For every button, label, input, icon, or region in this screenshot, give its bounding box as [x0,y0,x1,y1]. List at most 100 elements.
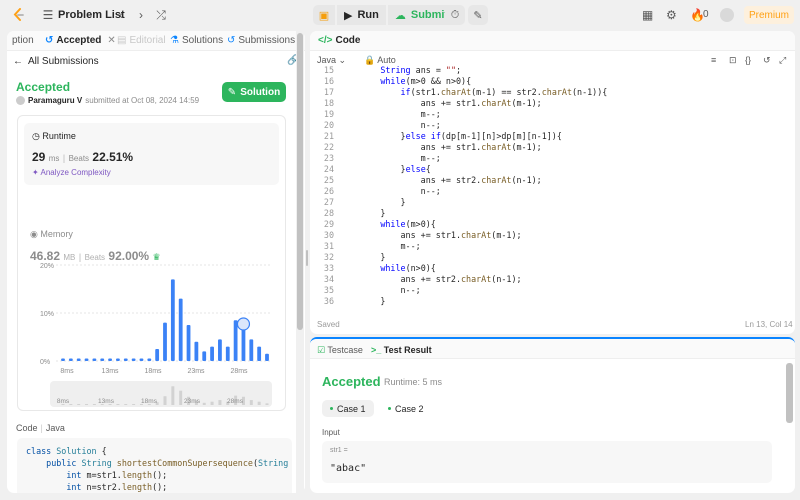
chart-bar[interactable] [265,353,269,361]
line-number: 34 [323,274,334,284]
chart-bar[interactable] [68,358,73,362]
mini-x-tick-label: 23ms [184,398,201,405]
problem-list-icon[interactable]: ☰ [40,7,56,23]
submitter-name[interactable]: Paramaguru V [28,96,82,105]
chart-bar[interactable] [116,358,120,362]
arrow-left-icon: ← [13,56,23,67]
chart-bar[interactable] [84,358,89,362]
mini-bar [124,404,128,405]
notes-icon[interactable]: ✎ [468,5,488,25]
code-line: n--; [340,120,441,130]
submitted-time: submitted at Oct 08, 2024 14:59 [85,96,200,105]
next-problem-icon[interactable]: › [133,7,149,23]
submitted-code[interactable]: class Solution { public String shortestC… [17,438,292,493]
user-avatar[interactable] [720,8,734,22]
mini-bar [171,386,175,405]
run-button[interactable]: ▶ Run [337,5,386,25]
leetcode-logo-icon[interactable] [12,8,26,22]
history-icon: ↺ [45,35,54,46]
chart-bar[interactable] [202,351,207,361]
chart-bar[interactable] [210,346,214,361]
mini-x-tick-label: 8ms [57,398,70,405]
braces-icon[interactable]: {} [745,55,751,65]
code-editor-panel: </> Code Java ⌄ 🔒 Auto ≡ ⊡ {} ↺ ⤢ 15 Stri… [310,31,795,334]
chart-bar[interactable] [178,298,183,361]
chart-bar[interactable] [194,341,199,361]
chart-bar[interactable] [163,322,167,361]
edit-icon: ✎ [227,86,237,98]
mini-bar [92,404,96,405]
sparkle-icon: ✦ [32,168,39,177]
shuffle-icon[interactable]: ⤮ [153,7,169,23]
console-scrollbar[interactable] [786,363,793,423]
chart-bar[interactable] [123,358,128,362]
code-line: }else{ [340,164,431,174]
analyze-complexity-link[interactable]: ✦ Analyze Complexity [32,168,111,177]
chart-bar[interactable] [170,279,175,361]
chart-bar[interactable] [147,358,152,362]
tab-solutions[interactable]: ⚗ Solutions [170,35,223,46]
prev-problem-icon[interactable]: ‹ [113,7,129,23]
all-submissions-link[interactable]: ← All Submissions [13,56,99,67]
chart-bar[interactable] [61,358,65,362]
chart-bar[interactable] [155,349,160,361]
chart-bar[interactable] [108,358,112,362]
cloud-upload-icon: ☁ [394,9,406,22]
mini-bar [210,401,214,405]
timer-icon[interactable]: ⏱ [445,5,465,25]
input-box: str1 = "abac" [322,441,772,483]
chart-bar[interactable] [186,325,191,361]
x-tick-label: 18ms [144,368,162,375]
solution-button[interactable]: ✎ Solution [222,82,286,102]
premium-button[interactable]: Premium [744,6,794,24]
flask-icon: ⚗ [170,35,179,46]
fullscreen-icon[interactable]: ⤢ [779,55,786,66]
runtime-box[interactable]: ◷ Runtime 29 ms | Beats 22.51% ✦ Analyze… [24,123,279,185]
tab-editorial[interactable]: ▤ Editorial [117,35,166,46]
line-number: 23 [323,153,334,163]
chart-bar[interactable] [139,358,144,362]
chart-bar[interactable] [225,346,230,361]
left-panel-scrollbar[interactable] [296,31,304,493]
chart-bar[interactable] [92,358,97,362]
runtime-distribution-chart[interactable]: 20% 10% 0% 8ms 13ms 18ms 23ms 28ms 8ms 13ms 18ms 23… [18,256,287,416]
submission-panel: ption ↺ Accepted ✕ ▤ Editorial ⚗ Solutio… [7,31,305,493]
settings-gear-icon[interactable]: ⚙ [666,8,677,22]
chart-bar[interactable] [218,339,222,361]
chart-bar[interactable] [131,358,136,362]
streak-count: 0 [703,9,709,20]
chart-bar[interactable] [249,339,254,361]
run-submit-group: ▣ ▶ Run ☁ Submit [313,5,456,25]
chart-bar[interactable] [100,358,105,362]
memory-label[interactable]: ◉ Memory [30,229,73,240]
mini-bar [265,403,269,405]
reset-icon[interactable]: ↺ [763,55,771,66]
your-submission-marker[interactable] [236,317,251,331]
code-editor[interactable]: 15 String ans = ""; 16 while(m>0 && n>0){… [310,65,795,309]
x-tick-label: 23ms [187,368,205,375]
line-number: 21 [323,131,334,141]
bookmark-icon[interactable]: ⊡ [729,55,737,66]
chart-bar[interactable] [76,358,81,362]
layout-icon[interactable]: ▦ [642,8,653,22]
tab-submissions[interactable]: ↺ Submissions [227,35,295,46]
case-1-button[interactable]: Case 1 [322,400,374,417]
y-tick-label: 10% [40,311,54,318]
tab-accepted[interactable]: ↺ Accepted ✕ [45,35,116,46]
case-2-button[interactable]: Case 2 [380,400,432,417]
line-number: 19 [323,109,334,119]
mini-bar [85,404,89,405]
close-tab-icon[interactable]: ✕ [107,35,115,46]
chart-bar[interactable] [257,346,262,361]
tab-test-result[interactable]: >_ Test Result [371,345,432,355]
chart-bar[interactable] [233,320,238,361]
line-number: 31 [323,241,334,251]
tab-testcase[interactable]: ☑ Testcase [317,345,363,356]
panel-resize-handle[interactable] [306,250,308,266]
tab-description[interactable]: ption [12,35,34,46]
saved-status: Saved [317,320,340,329]
line-number: 18 [323,98,334,108]
debug-icon[interactable]: ▣ [313,5,335,25]
code-line: } [340,252,386,262]
format-icon[interactable]: ≡ [711,55,716,65]
